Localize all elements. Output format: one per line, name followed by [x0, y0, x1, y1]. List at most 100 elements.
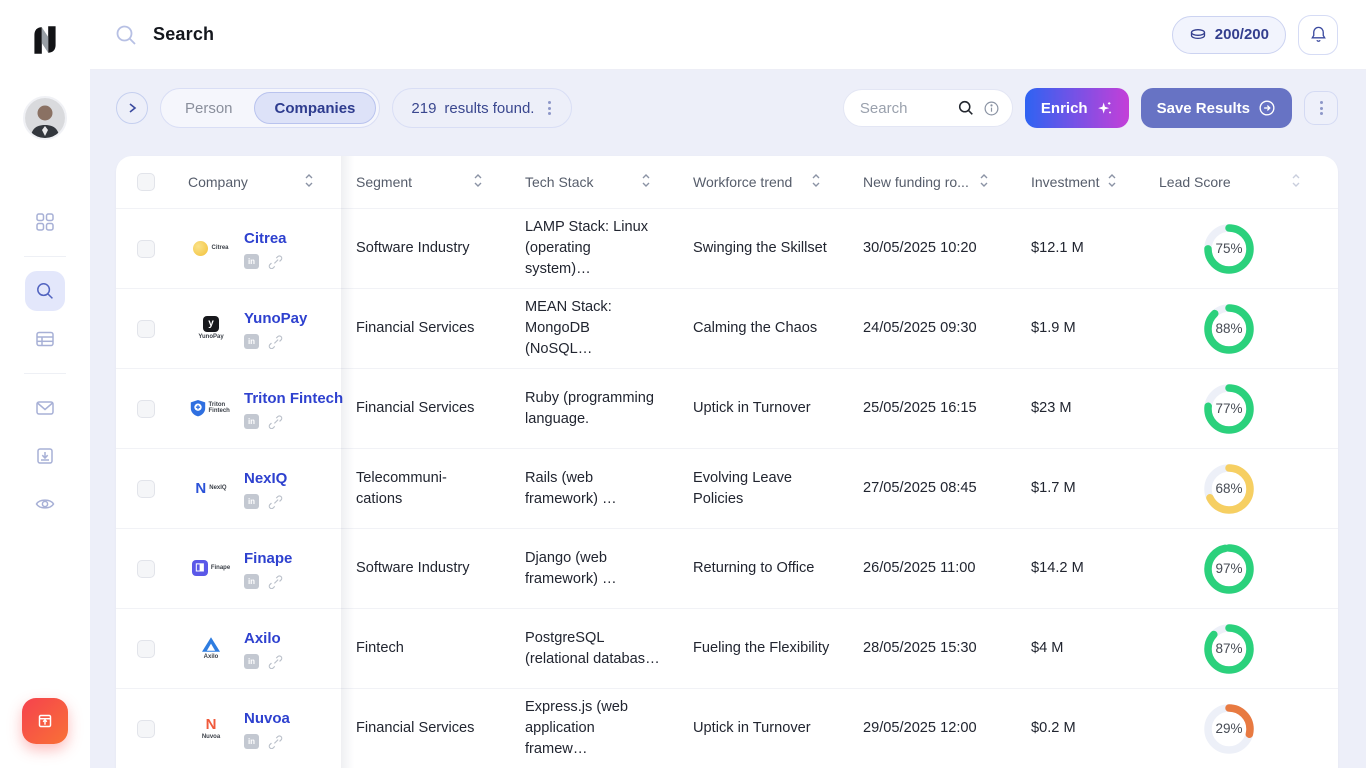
- lead-score-value: 77%: [1201, 381, 1257, 437]
- sidebar-item-dashboard[interactable]: [25, 202, 65, 242]
- website-link-icon[interactable]: [268, 734, 283, 749]
- investment-cell: $1.7 M: [1016, 478, 1144, 499]
- row-checkbox[interactable]: [137, 720, 155, 738]
- website-link-icon[interactable]: [268, 574, 283, 589]
- row-checkbox[interactable]: [137, 560, 155, 578]
- company-name-link[interactable]: Finape: [244, 548, 292, 569]
- enrich-button[interactable]: Enrich: [1025, 88, 1129, 128]
- linkedin-icon[interactable]: in: [244, 254, 259, 269]
- more-actions-button[interactable]: [1304, 91, 1338, 125]
- workforce-trend-cell: Swinging the Skillset: [678, 238, 848, 259]
- tech-stack-cell: Express.js (web application framew…: [510, 697, 678, 759]
- row-checkbox[interactable]: [137, 320, 155, 338]
- company-logo: NNexIQ: [188, 481, 234, 496]
- sidebar-item-watchlist[interactable]: [25, 484, 65, 524]
- column-header-lead-score[interactable]: Lead Score: [1144, 173, 1338, 191]
- linkedin-icon[interactable]: in: [244, 734, 259, 749]
- top-header: Search 200/200: [90, 0, 1366, 70]
- table-row: NNexIQ NexIQ in Telecommuni-cations Rail…: [116, 448, 1338, 528]
- linkedin-icon[interactable]: in: [244, 494, 259, 509]
- column-header-funding-round[interactable]: New funding ro...: [848, 173, 1016, 191]
- table-search-input[interactable]: [860, 100, 949, 117]
- website-link-icon[interactable]: [268, 254, 283, 269]
- page-search-icon: [114, 23, 138, 47]
- tech-stack-cell: Ruby (programming language.: [510, 388, 678, 429]
- sort-icon: [640, 173, 652, 191]
- lead-score-donut: 97%: [1201, 541, 1257, 597]
- sidebar-item-lists[interactable]: [25, 319, 65, 359]
- table-row: Axilo Axilo in Fintech PostgreSQL (relat…: [116, 608, 1338, 688]
- website-link-icon[interactable]: [268, 494, 283, 509]
- linkedin-icon[interactable]: in: [244, 654, 259, 669]
- lead-score-donut: 29%: [1201, 701, 1257, 757]
- bell-icon: [1309, 25, 1328, 44]
- column-header-company[interactable]: Company: [174, 173, 341, 191]
- collapse-filters-button[interactable]: [116, 92, 148, 124]
- company-cell: NNexIQ NexIQ in: [174, 468, 341, 509]
- sidebar-divider: [24, 256, 66, 257]
- workforce-trend-cell: Uptick in Turnover: [678, 398, 848, 419]
- app-logo[interactable]: [27, 22, 63, 58]
- lead-score-cell: 77%: [1144, 381, 1338, 437]
- sort-icon: [1106, 173, 1118, 191]
- linkedin-icon[interactable]: in: [244, 334, 259, 349]
- column-header-tech-stack[interactable]: Tech Stack: [510, 173, 678, 191]
- user-avatar[interactable]: [23, 96, 67, 140]
- sidebar-divider: [24, 373, 66, 374]
- row-checkbox[interactable]: [137, 400, 155, 418]
- website-link-icon[interactable]: [268, 334, 283, 349]
- save-results-button[interactable]: Save Results: [1141, 88, 1292, 128]
- lead-score-value: 75%: [1201, 221, 1257, 277]
- tech-stack-cell: Django (web framework) …: [510, 548, 678, 589]
- funding-round-cell: 27/05/2025 08:45: [848, 478, 1016, 499]
- tab-person[interactable]: Person: [164, 92, 254, 124]
- search-icon[interactable]: [957, 99, 975, 117]
- linkedin-icon[interactable]: in: [244, 574, 259, 589]
- investment-cell: $12.1 M: [1016, 238, 1144, 259]
- workforce-trend-cell: Fueling the Flexibility: [678, 638, 848, 659]
- column-header-investment[interactable]: Investment: [1016, 173, 1144, 191]
- funding-round-cell: 24/05/2025 09:30: [848, 318, 1016, 339]
- company-cell: yYunoPay YunoPay in: [174, 308, 341, 349]
- segment-cell: Telecommuni-cations: [341, 468, 510, 509]
- entity-toggle: Person Companies: [160, 88, 380, 128]
- row-checkbox[interactable]: [137, 480, 155, 498]
- company-name-link[interactable]: Triton Fintech: [244, 388, 323, 409]
- sidebar-item-search[interactable]: [25, 271, 65, 311]
- sort-icon: [978, 173, 990, 191]
- tab-companies[interactable]: Companies: [254, 92, 377, 124]
- results-menu-icon[interactable]: [542, 97, 557, 119]
- company-name-link[interactable]: Citrea: [244, 228, 287, 249]
- search-icon: [35, 281, 55, 301]
- sort-icon: [472, 173, 484, 191]
- company-logo: yYunoPay: [188, 316, 234, 341]
- lead-score-cell: 87%: [1144, 621, 1338, 677]
- company-cell: NNuvoa Nuvoa in: [174, 708, 341, 749]
- website-link-icon[interactable]: [268, 414, 283, 429]
- support-chat-button[interactable]: [22, 698, 68, 744]
- company-name-link[interactable]: Nuvoa: [244, 708, 290, 729]
- notifications-button[interactable]: [1298, 15, 1338, 55]
- row-checkbox[interactable]: [137, 240, 155, 258]
- lead-score-cell: 75%: [1144, 221, 1338, 277]
- sidebar-item-imports[interactable]: [25, 436, 65, 476]
- investment-cell: $14.2 M: [1016, 558, 1144, 579]
- column-header-workforce-trend[interactable]: Workforce trend: [678, 173, 848, 191]
- row-checkbox[interactable]: [137, 640, 155, 658]
- credits-badge[interactable]: 200/200: [1172, 16, 1286, 54]
- sidebar-item-mail[interactable]: [25, 388, 65, 428]
- linkedin-icon[interactable]: in: [244, 414, 259, 429]
- arrow-right-circle-icon: [1258, 99, 1276, 117]
- column-header-segment[interactable]: Segment: [341, 173, 510, 191]
- company-name-link[interactable]: YunoPay: [244, 308, 307, 329]
- company-cell: ◨Finape Finape in: [174, 548, 341, 589]
- select-all-checkbox[interactable]: [137, 173, 155, 191]
- website-link-icon[interactable]: [268, 654, 283, 669]
- company-name-link[interactable]: NexIQ: [244, 468, 287, 489]
- sidebar: [0, 0, 90, 768]
- table-body: Citrea Citrea in Software Industry LAMP …: [116, 208, 1338, 768]
- workforce-trend-cell: Uptick in Turnover: [678, 718, 848, 739]
- funding-round-cell: 29/05/2025 12:00: [848, 718, 1016, 739]
- company-name-link[interactable]: Axilo: [244, 628, 283, 649]
- info-icon[interactable]: [983, 100, 1000, 117]
